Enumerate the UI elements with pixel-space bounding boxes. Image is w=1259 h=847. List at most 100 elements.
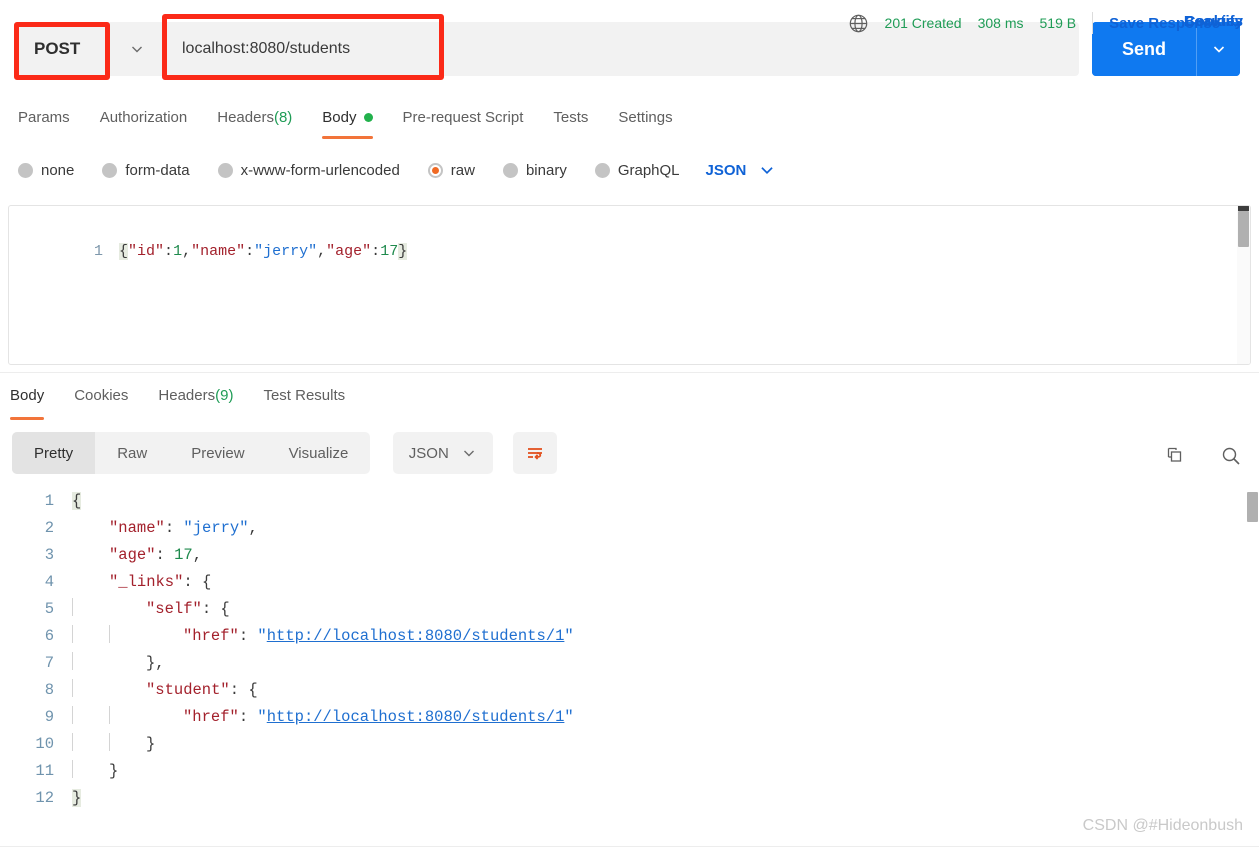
globe-icon[interactable] [848,13,869,34]
response-tab-test-results[interactable]: Test Results [263,373,345,419]
word-wrap-icon[interactable] [513,432,558,474]
raw-format-selector[interactable]: JSON [706,161,777,179]
request-tab-settings[interactable]: Settings [618,96,672,138]
line-number: 10 [35,735,54,753]
code-token: } [109,762,119,780]
code-line: 4 "_links": { [0,569,1259,596]
code-token: " [564,627,574,645]
code-token: { [119,243,129,260]
body-type-binary[interactable]: binary [502,162,567,179]
body-type-label: raw [450,161,475,179]
response-size: 519 B [1039,15,1077,31]
tab-label: Body [322,108,357,126]
radio-icon[interactable] [102,162,118,178]
response-tab-cookies[interactable]: Cookies [74,373,128,419]
radio-icon[interactable] [594,162,610,178]
code-token: , [192,546,203,564]
method-selector[interactable]: POST [18,22,164,76]
radio-icon[interactable] [427,162,443,178]
request-tab-tests[interactable]: Tests [553,96,588,138]
response-link[interactable]: http://localhost:8080/students/1 [267,708,565,726]
body-type-raw[interactable]: raw [427,161,475,179]
radio-icon[interactable] [18,162,33,178]
response-time: 308 ms [977,15,1024,31]
scrollbar-thumb[interactable] [1238,211,1249,247]
tab-count: (9) [215,387,234,404]
line-number: 7 [44,654,54,672]
code-line: 3 "age": 17, [0,542,1259,569]
line-number: 12 [35,789,54,807]
body-type-x-www-form-urlencoded[interactable]: x-www-form-urlencoded [217,162,400,179]
tab-label: Authorization [99,108,188,126]
format-tab-visualize[interactable]: Visualize [267,432,371,474]
code-token: "id" [128,243,165,260]
tab-label: Params [18,108,70,126]
response-actions [1161,432,1243,480]
request-body-code[interactable]: {"id":1,"name":"jerry","age":17} [119,243,408,260]
code-token: "name" [109,519,165,537]
response-tab-body[interactable]: Body [10,373,45,420]
code-line: 8 "student": { [0,677,1259,704]
format-tab-raw[interactable]: Raw [95,432,169,474]
code-token: } [146,735,156,753]
indent-guide [109,704,146,731]
code-token: : [371,243,381,260]
request-body-editor[interactable]: 1 {"id":1,"name":"jerry","age":17} [8,205,1251,365]
format-tab-pretty[interactable]: Pretty [12,432,96,474]
code-token: : [238,627,258,645]
code-token: "student" [146,681,230,699]
request-editor-scrollbar[interactable] [1237,206,1250,364]
response-scrollbar[interactable] [1246,488,1259,828]
code-token: "jerry" [254,243,318,260]
code-token: : [245,243,255,260]
response-format-toolbar: Pretty Raw Preview Visualize JSON [12,432,1247,480]
status-code: 201 Created [884,15,962,31]
response-view-segmented: Pretty Raw Preview Visualize [12,432,371,474]
code-token: : { [201,600,230,618]
request-tab-headers[interactable]: Headers (8) [217,96,292,138]
response-tab-headers[interactable]: Headers (9) [158,373,233,419]
response-format-selector[interactable]: JSON [392,432,493,474]
line-number: 4 [44,573,54,591]
response-body-code[interactable]: 1{2 "name": "jerry", 3 "age": 17, 4 "_links":… [0,488,1259,812]
body-type-GraphQL[interactable]: GraphQL [594,162,680,179]
code-token: 17 [380,243,399,260]
request-tab-body[interactable]: Body [322,96,373,139]
format-tab-preview[interactable]: Preview [169,432,266,474]
request-tab-pre-request-script[interactable]: Pre-request Script [403,96,524,138]
code-token: , [317,243,327,260]
code-token: { [72,492,82,510]
request-body-line[interactable]: 1 {"id":1,"name":"jerry","age":17} [9,206,1250,288]
line-number: 6 [44,627,54,645]
scrollbar-thumb[interactable] [1247,492,1258,522]
code-token: "age" [326,243,372,260]
code-token: : [238,708,258,726]
watermark: CSDN @#Hideonbush [1082,817,1243,834]
radio-icon[interactable] [217,162,233,178]
code-token: : { [183,573,212,591]
copy-icon[interactable] [1161,444,1185,468]
search-icon[interactable] [1219,444,1243,468]
chevron-down-icon[interactable] [110,22,164,76]
request-tab-params[interactable]: Params [18,96,70,138]
radio-icon[interactable] [502,162,518,178]
method-label[interactable]: POST [18,22,110,76]
code-token: } [72,789,82,807]
tab-label: Headers [217,108,274,126]
code-token: " [564,708,574,726]
response-link[interactable]: http://localhost:8080/students/1 [267,627,565,645]
body-type-none[interactable]: none [18,162,74,179]
code-token: 17 [174,546,193,564]
chevron-down-icon[interactable] [758,161,776,179]
save-response-button[interactable]: Save Response [1109,15,1243,32]
request-tab-authorization[interactable]: Authorization [100,96,188,138]
code-line: 10} [0,731,1259,758]
code-line: 6 "href": "http://localhost:8080/students… [0,623,1259,650]
indent-guide [72,758,109,785]
raw-format-label: JSON [705,161,747,179]
response-tabs-bar: Body Cookies Headers (9) Test Results [0,372,1259,420]
body-type-form-data[interactable]: form-data [102,162,190,179]
line-number: 11 [35,762,54,780]
divider [1092,12,1094,34]
response-body-viewer[interactable]: 1{2 "name": "jerry", 3 "age": 17, 4 "_links":… [0,488,1259,828]
